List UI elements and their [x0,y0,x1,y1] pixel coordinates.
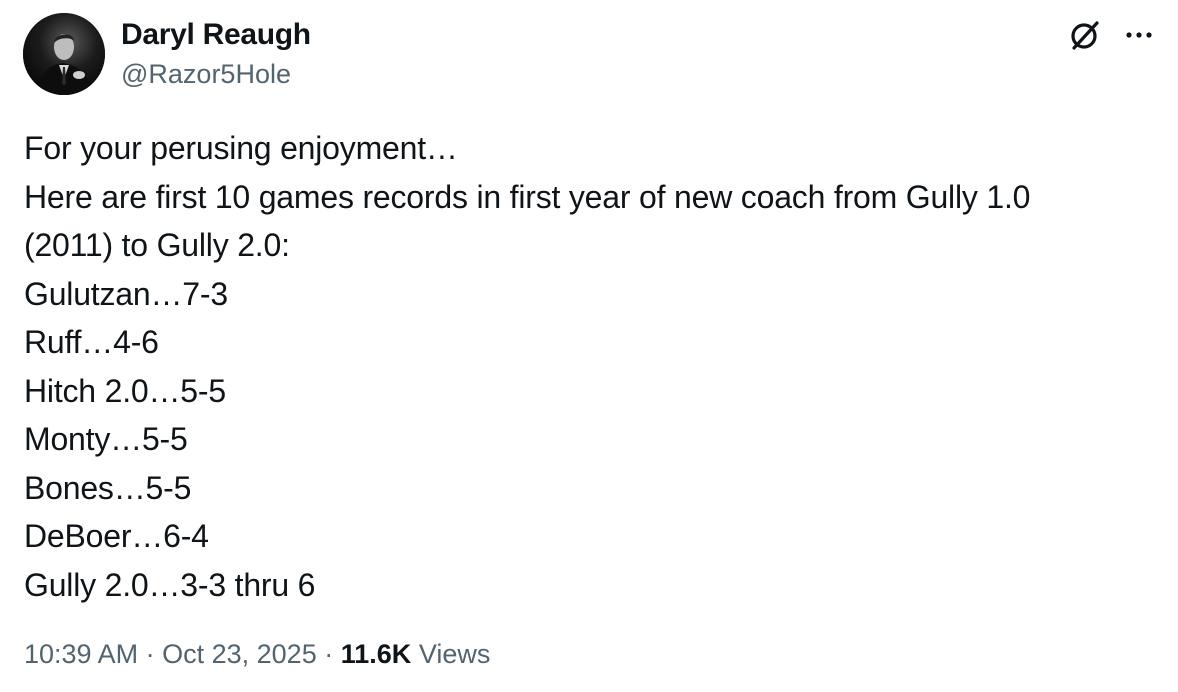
tweet: Daryl Reaugh @Razor5Hole For your perusi… [0,0,1178,692]
avatar[interactable] [23,13,105,95]
tweet-text-line: Here are first 10 games records in first… [24,178,1031,215]
tweet-text: For your perusing enjoyment… Here are fi… [24,124,1154,609]
tweet-text-line: Monty…5-5 [24,421,188,457]
timestamp-date[interactable]: Oct 23, 2025 [162,639,317,669]
meta-separator: · [145,639,155,669]
tweet-meta: 10:39 AM · Oct 23, 2025 · 11.6K Views [24,634,490,674]
tweet-text-line: Hitch 2.0…5-5 [24,372,226,409]
display-name[interactable]: Daryl Reaugh [121,16,311,54]
tweet-text-line: Gully 2.0…3-3 thru 6 [24,566,316,603]
tweet-text-line: (2011) to Gully 2.0: [24,227,290,263]
author-info: Daryl Reaugh @Razor5Hole [121,16,311,92]
grok-icon[interactable] [1068,18,1102,52]
views-count[interactable]: 11.6K [341,639,412,669]
avatar-image [23,13,105,95]
tweet-text-line: Ruff…4-6 [24,324,159,360]
tweet-text-line: Gulutzan…7-3 [24,275,228,312]
handle[interactable]: @Razor5Hole [121,56,311,92]
tweet-actions-top [1068,18,1154,52]
timestamp-time[interactable]: 10:39 AM [24,639,138,669]
meta-separator: · [324,639,334,669]
more-icon[interactable] [1124,30,1154,40]
tweet-text-line: For your perusing enjoyment… [24,130,458,166]
tweet-text-line: DeBoer…6-4 [24,518,209,554]
tweet-text-line: Bones…5-5 [24,469,192,506]
views-label: Views [418,639,491,669]
